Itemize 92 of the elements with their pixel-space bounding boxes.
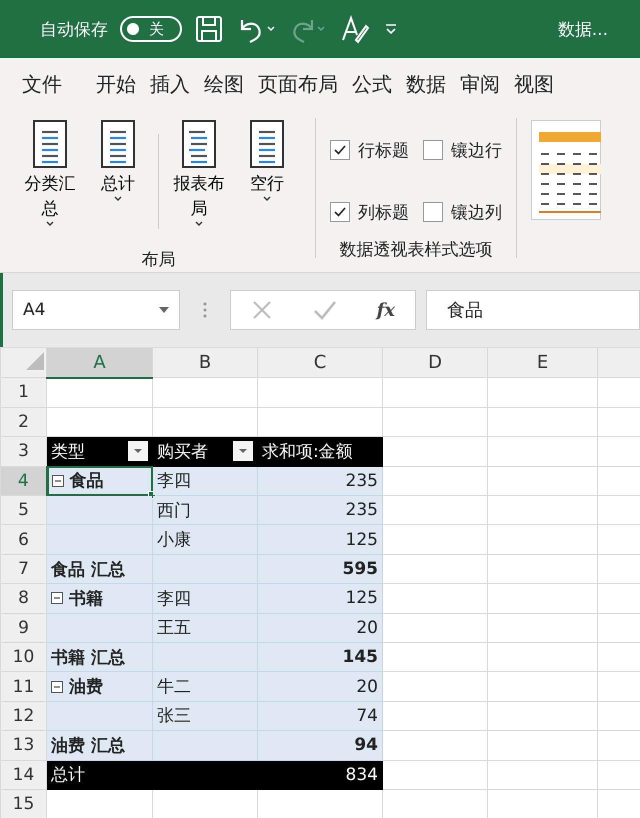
row-header[interactable]: 11 <box>0 672 46 702</box>
menu-tab[interactable]: 页面布局 <box>258 70 350 98</box>
caret-icon <box>113 195 123 203</box>
row-header[interactable]: 9 <box>0 613 46 643</box>
row-header[interactable]: 10 <box>0 642 46 672</box>
ribbon-button[interactable]: 空行 <box>233 120 301 203</box>
document-icon <box>182 120 216 168</box>
document-icon <box>101 120 135 168</box>
table-cell: 李四 <box>157 471 191 492</box>
table-cell: 王五 <box>157 618 191 638</box>
table-cell: 235 <box>346 500 378 520</box>
menu-tab[interactable]: 公式 <box>352 70 404 98</box>
table-cell: 20 <box>356 618 378 638</box>
row-header[interactable]: 13 <box>0 730 46 760</box>
table-cell-text: 食品 <box>70 470 104 492</box>
document-icon <box>33 120 67 168</box>
group-label: 数据透视表样式选项 <box>340 239 492 261</box>
menu-tab[interactable]: 审阅 <box>460 70 512 98</box>
menu-tab[interactable]: 插入 <box>150 70 202 98</box>
row-header[interactable]: 3 <box>0 436 46 466</box>
menu-tab[interactable]: 数据 <box>406 70 458 98</box>
row-header[interactable]: 2 <box>0 407 46 437</box>
column-header[interactable]: E <box>488 348 598 378</box>
caret-icon <box>262 195 272 203</box>
row-header[interactable]: 8 <box>0 584 46 614</box>
document-title: 数据... <box>558 18 608 40</box>
option-checkbox[interactable]: 镶边行 <box>423 132 502 168</box>
checkmark-icon <box>333 206 347 218</box>
table-cell: 145 <box>342 647 378 668</box>
table-cell: 牛二 <box>157 677 191 698</box>
name-box[interactable]: A4 <box>12 290 180 330</box>
table-cell: 小康 <box>157 530 191 550</box>
table-cell: 834 <box>346 764 378 785</box>
collapse-icon[interactable] <box>52 474 64 487</box>
ribbon-button[interactable]: 分类汇总 <box>16 120 84 228</box>
table-cell: 张三 <box>157 706 191 726</box>
table-cell: 李四 <box>157 588 191 609</box>
document-icon <box>250 120 284 168</box>
ribbon-button[interactable]: 总计 <box>84 120 152 203</box>
row-header[interactable]: 12 <box>0 701 46 731</box>
grip-icon[interactable] <box>202 300 208 320</box>
row-header[interactable]: 4 <box>0 466 46 496</box>
pivot-header-cell: 购买者 <box>157 440 253 463</box>
caret-icon <box>194 220 204 228</box>
table-cell: 油费 汇总 <box>51 736 125 756</box>
table-cell: 书籍 汇总 <box>51 648 125 668</box>
pen-icon[interactable] <box>340 14 370 44</box>
save-icon[interactable] <box>194 14 224 44</box>
collapse-icon[interactable] <box>51 680 63 693</box>
table-cell: 食品 汇总 <box>51 560 125 580</box>
table-cell: 20 <box>356 676 378 697</box>
row-header[interactable]: 15 <box>0 789 46 818</box>
column-header[interactable]: D <box>382 348 488 378</box>
table-cell-text: 油费 <box>69 676 103 698</box>
row-header[interactable]: 7 <box>0 554 46 584</box>
ribbon-button[interactable]: 报表布局 <box>165 120 233 228</box>
insert-function-button[interactable]: fx <box>376 300 396 320</box>
column-header[interactable]: C <box>258 348 382 378</box>
option-checkbox[interactable]: 行标题 <box>330 132 409 168</box>
column-header[interactable]: A <box>46 348 152 378</box>
pivot-header-cell: 类型 <box>51 440 148 463</box>
option-checkbox[interactable]: 列标题 <box>330 194 409 230</box>
table-cell: 94 <box>354 735 378 756</box>
autosave-toggle[interactable]: 关 <box>120 16 182 42</box>
table-cell: 总计 <box>51 765 85 786</box>
table-cell: 西门 <box>157 500 191 521</box>
menu-tab[interactable]: 绘图 <box>204 70 256 98</box>
collapse-icon[interactable] <box>51 592 63 604</box>
row-header[interactable]: 6 <box>0 524 46 554</box>
caret-icon <box>45 220 55 228</box>
checkmark-icon <box>333 144 347 156</box>
group-label: 布局 <box>142 249 176 271</box>
row-header[interactable]: 5 <box>0 496 46 525</box>
row-header[interactable]: 14 <box>0 760 46 790</box>
pivot-header-cell-text: 求和项:金额 <box>262 440 354 463</box>
table-cell-text: 书籍 <box>69 588 103 610</box>
style-gallery-icon[interactable] <box>531 120 601 220</box>
option-checkbox[interactable]: 镶边列 <box>423 194 502 230</box>
menu-tab[interactable]: 开始 <box>96 70 148 98</box>
table-cell: 235 <box>346 470 378 491</box>
menu-tab[interactable]: 视图 <box>514 70 566 98</box>
table-cell: 74 <box>356 706 378 726</box>
formula-field[interactable]: 食品 <box>426 290 640 330</box>
table-cell: 595 <box>342 559 378 580</box>
autosave-label: 自动保存 <box>40 18 108 40</box>
filter-dropdown-icon[interactable] <box>233 441 253 462</box>
table-cell: 125 <box>346 588 378 608</box>
filter-dropdown-icon[interactable] <box>128 441 148 462</box>
column-header[interactable]: B <box>152 348 258 378</box>
row-header[interactable]: 1 <box>0 378 46 408</box>
menu-tab[interactable]: 文件 <box>22 70 74 98</box>
table-cell: 125 <box>346 530 378 550</box>
